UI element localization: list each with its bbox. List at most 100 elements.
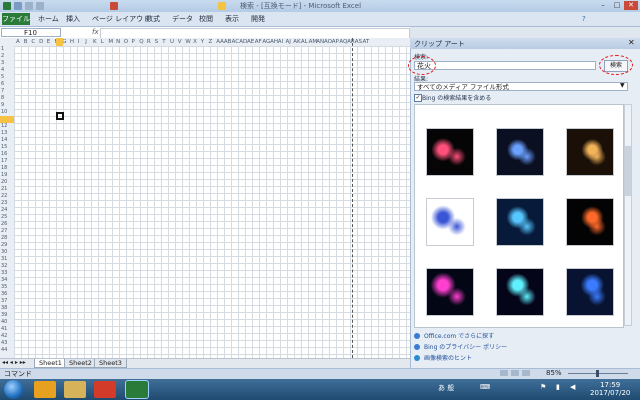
results-scrollbar[interactable] xyxy=(624,104,632,326)
row-header-1[interactable]: 1 xyxy=(1,46,4,53)
close-icon[interactable]: ✕ xyxy=(628,38,635,47)
clip-art-fireworks-cyan[interactable] xyxy=(496,198,544,246)
column-header-Z[interactable]: Z xyxy=(209,38,213,46)
row-header-21[interactable]: 21 xyxy=(1,186,7,193)
normal-view-icon[interactable] xyxy=(500,370,508,376)
row-header-32[interactable]: 32 xyxy=(1,263,7,270)
search-input[interactable]: 花火 xyxy=(414,61,596,70)
column-header-R[interactable]: R xyxy=(147,38,151,46)
row-header-43[interactable]: 43 xyxy=(1,340,7,347)
column-header-I[interactable]: I xyxy=(78,38,80,46)
excel-app-icon[interactable] xyxy=(3,2,11,10)
format-icon[interactable] xyxy=(110,2,118,10)
column-header-AT[interactable]: AT xyxy=(363,38,370,46)
row-header-33[interactable]: 33 xyxy=(1,270,7,277)
column-header-V[interactable]: V xyxy=(178,38,182,46)
sheet-nav-icon[interactable]: ◂◂ ◂ ▸ ▸▸ xyxy=(2,359,26,366)
clip-art-fireworks-blue-night[interactable] xyxy=(566,268,614,316)
row-header-22[interactable]: 22 xyxy=(1,193,7,200)
taskbar-clock[interactable]: 17:59 2017/07/20 xyxy=(590,381,630,397)
row-header-26[interactable]: 26 xyxy=(1,221,7,228)
clip-art-fireworks-multicolor[interactable] xyxy=(426,128,474,176)
column-header-Q[interactable]: Q xyxy=(139,38,143,46)
insert-function-icon[interactable]: fx xyxy=(92,28,99,36)
clip-art-fireworks-city[interactable] xyxy=(496,128,544,176)
keyboard-icon[interactable]: ⌨ xyxy=(480,383,490,391)
column-header-S[interactable]: S xyxy=(155,38,159,46)
column-header-AJ[interactable]: AJ xyxy=(286,38,291,46)
row-header-4[interactable]: 4 xyxy=(1,67,4,74)
row-header-42[interactable]: 42 xyxy=(1,333,7,340)
row-header-17[interactable]: 17 xyxy=(1,158,7,165)
column-header-D[interactable]: D xyxy=(39,38,43,46)
row-header-10[interactable]: 10 xyxy=(1,109,7,116)
row-header-7[interactable]: 7 xyxy=(1,88,4,95)
excel-taskbar-icon[interactable] xyxy=(125,380,149,399)
app-taskbar-icon[interactable] xyxy=(94,381,116,398)
clip-art-fireworks-colorful[interactable] xyxy=(426,268,474,316)
row-header-29[interactable]: 29 xyxy=(1,242,7,249)
volume-icon[interactable]: ◀ xyxy=(570,383,575,391)
page-layout-view-icon[interactable] xyxy=(511,370,519,376)
bing-privacy-link[interactable]: Bing のプライバシー ポリシー xyxy=(424,342,507,351)
row-header-9[interactable]: 9 xyxy=(1,102,4,109)
active-cell[interactable] xyxy=(56,112,64,120)
row-header-19[interactable]: 19 xyxy=(1,172,7,179)
column-header-H[interactable]: H xyxy=(70,38,74,46)
tab-insert[interactable]: 挿入 xyxy=(66,13,80,25)
tab-developer[interactable]: 開発 xyxy=(251,13,265,25)
column-header-U[interactable]: U xyxy=(170,38,174,46)
tab-file[interactable]: ファイル xyxy=(2,13,30,25)
save-icon[interactable] xyxy=(14,2,22,10)
row-header-2[interactable]: 2 xyxy=(1,53,4,60)
column-header-AR[interactable]: AR xyxy=(347,38,355,46)
row-header-41[interactable]: 41 xyxy=(1,326,7,333)
redo-icon[interactable] xyxy=(36,2,44,10)
column-header-AP[interactable]: AP xyxy=(332,38,339,46)
column-header-AN[interactable]: AN xyxy=(316,38,324,46)
clip-art-fireworks-burst[interactable] xyxy=(496,268,544,316)
undo-icon[interactable] xyxy=(25,2,33,10)
row-header-25[interactable]: 25 xyxy=(1,214,7,221)
row-header-24[interactable]: 24 xyxy=(1,207,7,214)
flag-icon[interactable]: ⚑ xyxy=(540,383,546,391)
column-header-AA[interactable]: AA xyxy=(216,38,224,46)
column-header-AI[interactable]: AI xyxy=(278,38,283,46)
row-header-36[interactable]: 36 xyxy=(1,291,7,298)
column-header-L[interactable]: L xyxy=(101,38,104,46)
help-icon[interactable]: ? xyxy=(582,13,586,25)
row-header-30[interactable]: 30 xyxy=(1,249,7,256)
column-header-T[interactable]: T xyxy=(162,38,165,46)
column-header-P[interactable]: P xyxy=(132,38,135,46)
tab-view[interactable]: 表示 xyxy=(225,13,239,25)
column-header-O[interactable]: O xyxy=(124,38,128,46)
column-header-C[interactable]: C xyxy=(31,38,35,46)
clip-art-fireworks-ring[interactable] xyxy=(566,198,614,246)
sheet-tab-1[interactable]: Sheet1 xyxy=(34,359,67,368)
clip-art-fireworks-clipart[interactable] xyxy=(426,198,474,246)
row-header-12[interactable]: 12 xyxy=(1,123,7,130)
row-header-18[interactable]: 18 xyxy=(1,165,7,172)
column-header-AE[interactable]: AE xyxy=(247,38,254,46)
column-header-AC[interactable]: AC xyxy=(232,38,240,46)
row-header-28[interactable]: 28 xyxy=(1,235,7,242)
row-header-40[interactable]: 40 xyxy=(1,319,7,326)
column-header-N[interactable]: N xyxy=(116,38,120,46)
chevron-down-icon[interactable]: ▼ xyxy=(620,82,625,89)
tab-page-layout[interactable]: ページ レイアウト xyxy=(92,13,150,25)
maximize-button[interactable]: □ xyxy=(610,1,624,10)
column-header-K[interactable]: K xyxy=(93,38,97,46)
sheet-tab-2[interactable]: Sheet2 xyxy=(64,359,97,368)
row-header-5[interactable]: 5 xyxy=(1,74,4,81)
zoom-level[interactable]: 85% xyxy=(546,369,562,377)
minimize-button[interactable]: – xyxy=(596,1,610,10)
column-header-J[interactable]: J xyxy=(85,38,87,46)
row-header-35[interactable]: 35 xyxy=(1,284,7,291)
page-break-view-icon[interactable] xyxy=(522,370,530,376)
network-icon[interactable]: ▮ xyxy=(556,383,560,391)
explorer-taskbar-icon[interactable] xyxy=(64,381,86,398)
media-type-select[interactable]: すべてのメディア ファイル形式 xyxy=(414,82,628,91)
tab-formulas[interactable]: 数式 xyxy=(146,13,160,25)
column-header-E[interactable]: E xyxy=(47,38,50,46)
clip-art-fireworks-gold[interactable] xyxy=(566,128,614,176)
